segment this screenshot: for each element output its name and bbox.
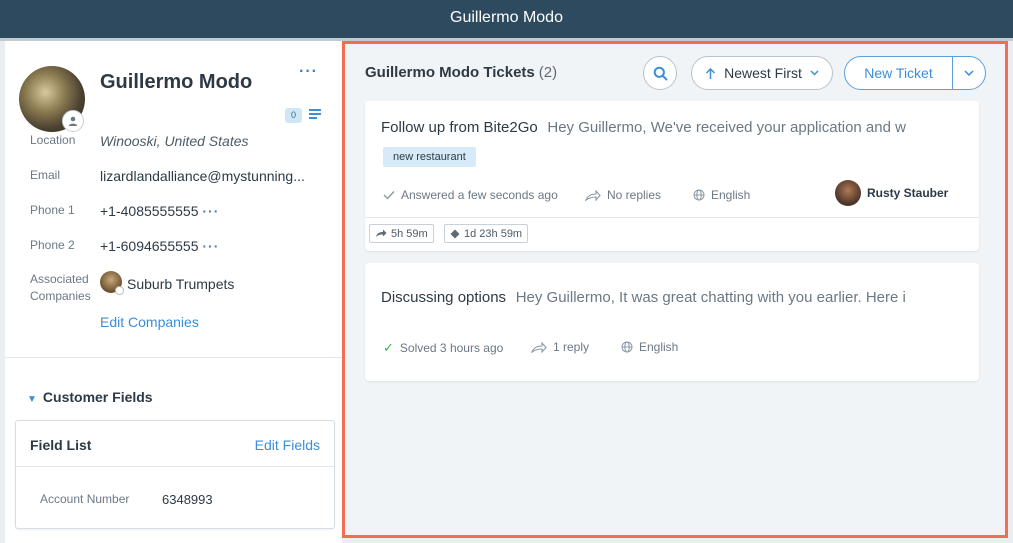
- window-title: Guillermo Modo: [450, 9, 563, 26]
- email-value[interactable]: lizardlandalliance@mystunning...: [100, 168, 305, 184]
- ticket-status-text: Solved 3 hours ago: [399, 341, 504, 355]
- ticket-status: Answered a few seconds ago: [383, 188, 558, 202]
- agent-avatar: [835, 180, 861, 206]
- notes-count-badge: 0: [285, 108, 302, 123]
- customer-profile-panel: Guillermo Modo ··· 0 Location Winooski, …: [5, 41, 342, 543]
- sla-second-text: 1d 23h 59m: [464, 227, 523, 240]
- more-options-icon[interactable]: ···: [299, 63, 318, 81]
- ticket-preview: Hey Guillermo, It was great chatting wit…: [515, 289, 906, 306]
- search-tickets-button[interactable]: [643, 56, 677, 90]
- ticket-replies: 1 reply: [531, 340, 589, 354]
- sort-label: Newest First: [724, 65, 802, 81]
- forward-arrow-icon: [376, 229, 387, 237]
- sla-first-response: 5h 59m: [369, 224, 434, 243]
- ticket-language: English: [693, 188, 750, 202]
- tickets-count: (2): [538, 64, 558, 81]
- arrow-up-icon: [706, 67, 716, 79]
- email-label: Email: [30, 168, 61, 182]
- new-ticket-button[interactable]: New Ticket: [845, 65, 952, 81]
- search-icon: [653, 66, 667, 80]
- tickets-panel: Guillermo Modo Tickets (2) Newest First N…: [342, 41, 1008, 538]
- ticket-replies: No replies: [585, 188, 661, 202]
- reply-arrow-icon: [585, 189, 601, 201]
- agent-name: Rusty Stauber: [867, 186, 949, 200]
- ticket-language-text: English: [639, 340, 679, 354]
- field-list-title: Field List: [30, 437, 92, 453]
- phone1-label: Phone 1: [30, 203, 75, 217]
- phone1-value: +1-4085555555 ···: [100, 203, 219, 219]
- companies-label-line1: Associated: [30, 272, 89, 286]
- tickets-title-text: Guillermo Modo Tickets: [365, 64, 535, 81]
- chevron-down-icon: [964, 69, 974, 76]
- ticket-subject-line: Follow up from Bite2Go Hey Guillermo, We…: [381, 119, 945, 136]
- phone2-value: +1-6094655555 ···: [100, 238, 219, 254]
- sla-first-text: 5h 59m: [391, 227, 428, 240]
- location-value: Winooski, United States: [100, 133, 249, 149]
- user-badge-icon: [62, 110, 84, 132]
- edit-fields-link[interactable]: Edit Fields: [255, 437, 320, 453]
- reply-arrow-icon: [531, 341, 547, 353]
- checkmark-icon: [383, 191, 395, 200]
- sort-dropdown[interactable]: Newest First: [691, 56, 833, 90]
- ticket-replies-text: 1 reply: [553, 340, 590, 354]
- checkmark-icon: ✓: [383, 340, 394, 355]
- customer-fields-title: Customer Fields: [42, 389, 153, 405]
- company-badge-icon: [115, 286, 124, 295]
- sla-resolution: 1d 23h 59m: [444, 224, 529, 243]
- companies-label-line2: Companies: [30, 289, 91, 303]
- account-number-label: Account Number: [40, 492, 130, 506]
- field-list-header: Field List Edit Fields: [16, 421, 334, 467]
- ticket-card[interactable]: Follow up from Bite2Go Hey Guillermo, We…: [365, 101, 979, 251]
- ticket-card-divider: [365, 217, 979, 218]
- customer-name: Guillermo Modo: [100, 71, 253, 93]
- location-label: Location: [30, 133, 76, 147]
- phone1-number[interactable]: +1-4085555555: [100, 203, 199, 219]
- new-ticket-options-button[interactable]: [953, 68, 985, 79]
- tickets-title: Guillermo Modo Tickets (2): [365, 64, 557, 81]
- ticket-language-text: English: [711, 188, 751, 202]
- globe-icon: [693, 189, 705, 201]
- new-ticket-split-button: New Ticket: [844, 56, 986, 90]
- customer-fields-toggle[interactable]: ▼ Customer Fields: [27, 389, 153, 405]
- list-icon[interactable]: [309, 109, 321, 121]
- window-title-bar: Guillermo Modo: [0, 0, 1013, 38]
- ticket-card[interactable]: Discussing options Hey Guillermo, It was…: [365, 263, 979, 381]
- ticket-preview: Hey Guillermo, We've received your appli…: [547, 119, 906, 136]
- ticket-replies-text: No replies: [607, 188, 662, 202]
- phone1-options-icon[interactable]: ···: [202, 203, 219, 219]
- diamond-icon: [450, 229, 460, 238]
- phone2-options-icon[interactable]: ···: [202, 238, 219, 254]
- chevron-down-icon: ▼: [27, 394, 37, 405]
- ticket-status: ✓ Solved 3 hours ago: [383, 340, 503, 356]
- field-list-card: Field List Edit Fields Account Number 63…: [15, 420, 335, 529]
- ticket-tag[interactable]: new restaurant: [383, 147, 476, 167]
- globe-icon: [621, 341, 633, 353]
- ticket-language: English: [621, 340, 678, 354]
- phone2-number[interactable]: +1-6094655555: [100, 238, 199, 254]
- phone2-label: Phone 2: [30, 238, 75, 252]
- ticket-status-text: Answered a few seconds ago: [401, 188, 558, 202]
- ticket-subject-line: Discussing options Hey Guillermo, It was…: [381, 289, 945, 306]
- ticket-subject: Follow up from Bite2Go: [381, 119, 538, 136]
- account-number-value: 6348993: [162, 492, 213, 507]
- chevron-down-icon: [810, 70, 819, 76]
- edit-companies-link[interactable]: Edit Companies: [100, 314, 199, 330]
- section-divider: [5, 357, 342, 358]
- ticket-agent: Rusty Stauber: [835, 180, 948, 206]
- company-name[interactable]: Suburb Trumpets: [127, 276, 234, 292]
- ticket-subject: Discussing options: [381, 289, 507, 306]
